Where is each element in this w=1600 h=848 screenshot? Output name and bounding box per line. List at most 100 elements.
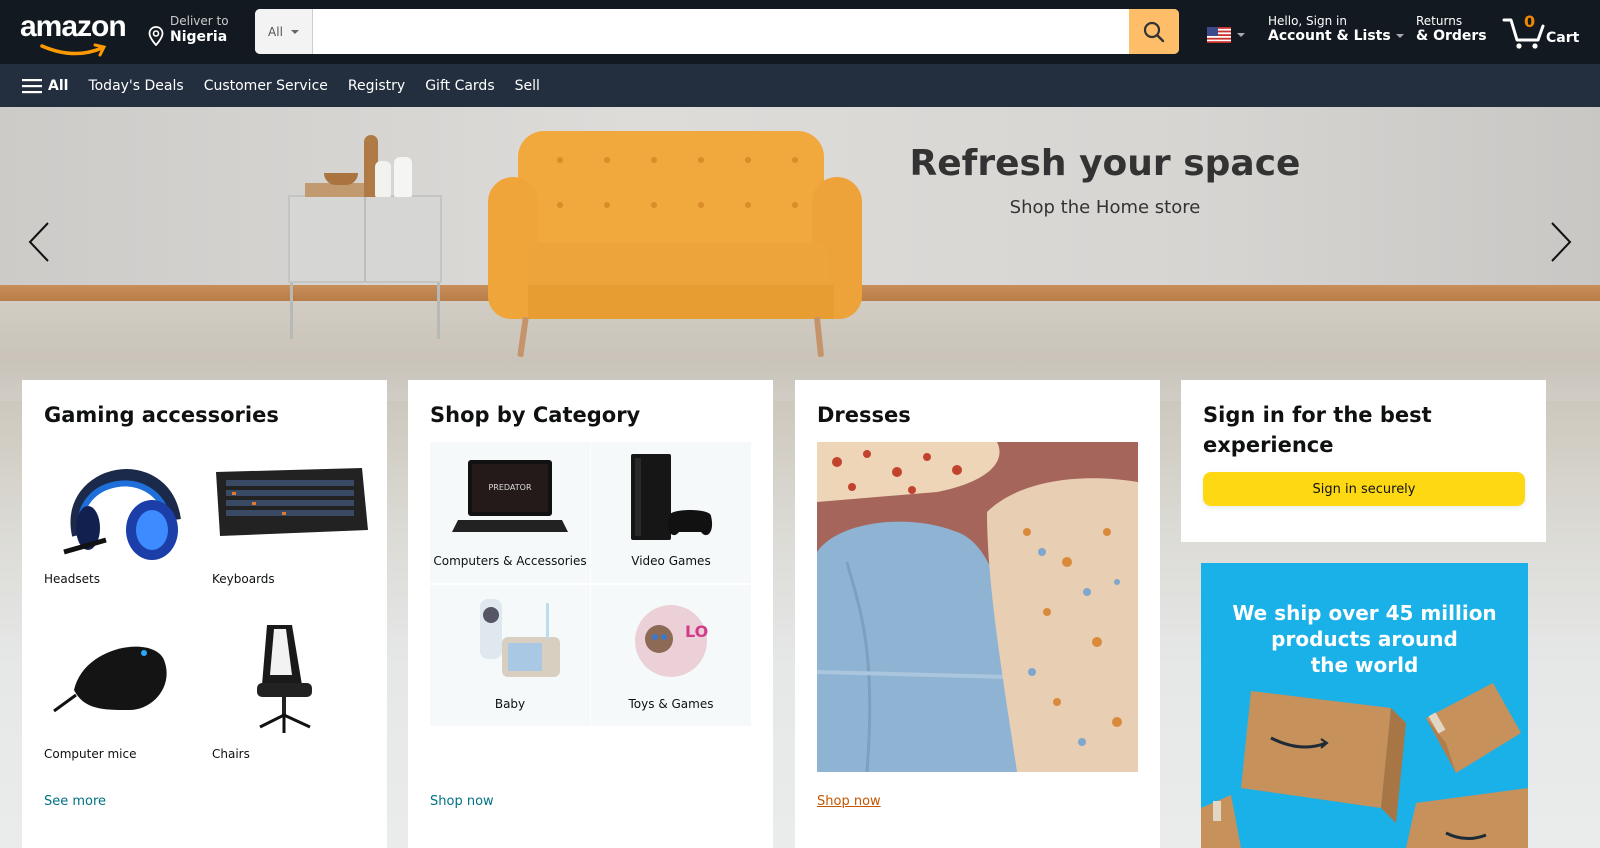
card-gaming-accessories: Gaming accessories Headsets Keyboards Co… [22,380,387,848]
category-computers[interactable]: PREDATOR Computers & Accessories [430,442,590,583]
account-and-lists[interactable]: Hello, Sign in Account & Lists [1268,14,1404,44]
all-label: All [48,77,69,94]
chevron-left-icon [28,222,49,262]
sofa-button [745,202,751,208]
console-image [611,450,731,550]
us-flag-icon [1207,27,1231,43]
item-caption: Chairs [212,747,250,761]
account-label: Account & Lists [1268,28,1391,44]
card-title: Dresses [817,403,911,427]
hero-title: Refresh your space [909,143,1301,184]
sofa-button [651,202,657,208]
returns-and-orders[interactable]: Returns & Orders [1416,14,1487,44]
nav-gift-cards[interactable]: Gift Cards [425,78,494,94]
lol-surprise-ball-image: LO [611,593,731,693]
item-caption: Keyboards [212,572,275,586]
svg-text:LO: LO [685,622,708,641]
box-icon [1426,683,1521,773]
chair-image [212,615,352,745]
sign-in-securely-button[interactable]: Sign in securely [1203,472,1525,506]
sofa-button [604,157,610,163]
category-caption: Toys & Games [628,697,714,711]
category-caption: Video Games [631,554,711,568]
gaming-item-computer-mice[interactable]: Computer mice [44,615,204,761]
sofa-base [528,285,834,319]
language-selector[interactable] [1207,27,1245,43]
search-button[interactable] [1129,9,1179,54]
dresses-image[interactable] [817,442,1138,772]
sofa-image [518,131,824,251]
nav-registry[interactable]: Registry [348,78,405,94]
boxes-illustration [1201,683,1528,848]
carousel-prev-button[interactable] [20,217,60,267]
shop-now-link[interactable]: Shop now [817,794,881,809]
mouse-image [44,615,184,745]
box-icon [1241,691,1406,823]
card-shop-by-category: Shop by Category PREDATOR Computers & Ac… [408,380,773,848]
shipping-ad-banner[interactable]: We ship over 45 million products around … [1201,563,1528,848]
search-icon [1143,21,1165,42]
box-icon [1201,795,1241,848]
logo-text: amazon [20,10,127,43]
keyboard-image [212,440,368,570]
card-sign-in: Sign in for the best experience Sign in … [1181,380,1546,542]
returns-label: Returns [1416,14,1463,28]
gaming-item-chairs[interactable]: Chairs [212,615,372,761]
see-more-link[interactable]: See more [44,794,106,809]
nav-todays-deals[interactable]: Today's Deals [88,78,183,94]
baby-monitor-image [450,593,570,693]
books-image [305,183,365,197]
nav-sell[interactable]: Sell [515,78,540,94]
card-title: Shop by Category [430,403,641,427]
gaming-item-keyboards[interactable]: Keyboards [212,440,372,586]
category-baby[interactable]: Baby [430,585,590,726]
search-bar: All [255,9,1179,54]
item-caption: Computer mice [44,747,137,761]
orders-label: & Orders [1416,28,1487,44]
smile-arrow-icon [40,43,107,57]
nav-customer-service[interactable]: Customer Service [204,78,328,94]
sofa-button [557,157,563,163]
vase-image [394,157,412,197]
deliver-label: Deliver to [170,14,229,28]
all-menu-button[interactable]: All [22,78,68,94]
top-header: amazon Deliver to Nigeria All Hello, Sig… [0,0,1600,64]
sofa-button [557,202,563,208]
secondary-nav: All Today's Deals Customer Service Regis… [0,64,1600,107]
sofa-button [745,157,751,163]
cabinet-leg [290,283,293,339]
caret-down-icon [1395,34,1404,38]
vase-image [375,161,391,197]
account-greeting: Hello, Sign in [1268,14,1347,28]
svg-text:PREDATOR: PREDATOR [488,483,531,492]
shop-now-link[interactable]: Shop now [430,794,494,809]
search-category-dropdown[interactable]: All [255,9,313,54]
category-toys-games[interactable]: LO Toys & Games [591,585,751,726]
deliver-location: Nigeria [170,29,228,45]
category-caption: Baby [494,697,526,711]
laptop-image: PREDATOR [450,450,570,550]
carousel-next-button[interactable] [1540,217,1580,267]
search-input[interactable] [313,9,1129,54]
box-icon [1406,788,1528,848]
sofa-button [604,202,610,208]
card-title: Gaming accessories [44,403,279,427]
card-title: Sign in for the best experience [1203,403,1432,457]
sofa-button [698,202,704,208]
hamburger-menu-icon [22,78,42,93]
sofa-button [698,157,704,163]
item-caption: Headsets [44,572,100,586]
cabinet-leg [437,283,440,339]
cart-button[interactable]: 0 Cart [1502,10,1592,54]
cart-label: Cart [1546,30,1580,46]
category-video-games[interactable]: Video Games [591,442,751,583]
card-dresses: Dresses Shop now [795,380,1160,848]
search-category-value: All [268,24,283,39]
chevron-right-icon [1551,222,1572,262]
hero-subtitle: Shop the Home store [1009,197,1201,218]
gaming-item-headsets[interactable]: Headsets [44,440,204,586]
amazon-logo[interactable]: amazon [20,10,130,57]
caret-down-icon [290,29,299,34]
headset-image [44,440,184,570]
caret-down-icon [1237,33,1245,37]
